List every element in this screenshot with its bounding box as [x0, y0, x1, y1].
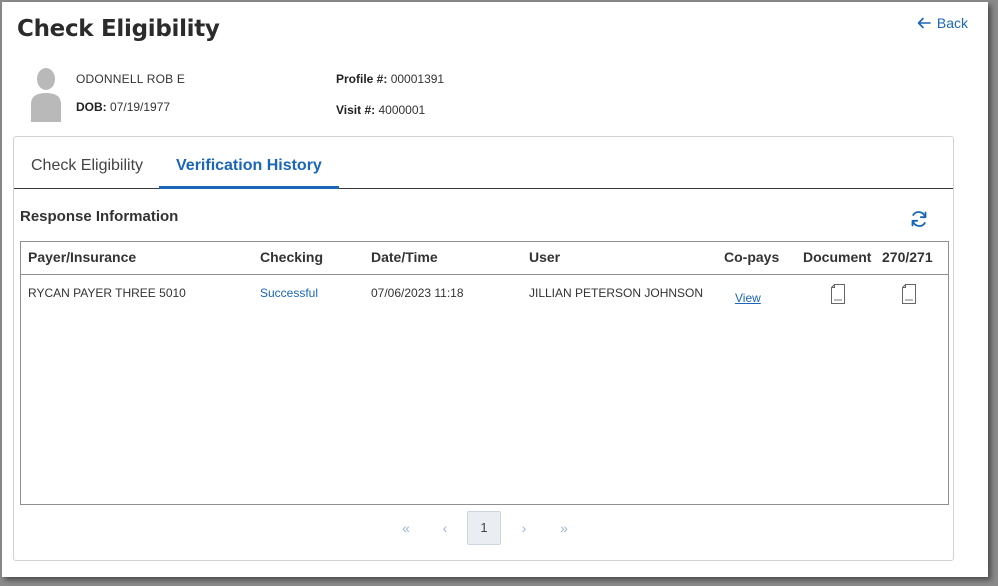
- back-label: Back: [936, 15, 968, 31]
- cell-user: JILLIAN PETERSON JOHNSON: [529, 286, 704, 300]
- patient-name: ODONNELL ROB E: [76, 72, 186, 86]
- tab-bar: Check Eligibility Verification History: [14, 137, 953, 189]
- table-header: Payer/Insurance Checking Date/Time User …: [21, 242, 948, 275]
- tab-verification-history[interactable]: Verification History: [159, 137, 339, 189]
- arrow-left-icon: [917, 17, 931, 29]
- tab-check-eligibility[interactable]: Check Eligibility: [14, 137, 160, 186]
- dob-label: DOB:: [76, 100, 107, 114]
- avatar: [31, 68, 61, 122]
- visit-label: Visit #:: [336, 103, 376, 117]
- table-row[interactable]: RYCAN PAYER THREE 5010 Successful 07/06/…: [21, 275, 948, 315]
- refresh-icon[interactable]: [909, 209, 929, 229]
- column-header-checking[interactable]: Checking: [260, 249, 323, 265]
- verification-table: Payer/Insurance Checking Date/Time User …: [20, 241, 949, 505]
- copays-view-link[interactable]: View: [735, 291, 761, 305]
- visit-number: Visit #: 4000001: [336, 103, 425, 117]
- edi-270-271-icon[interactable]: [901, 284, 917, 304]
- profile-label: Profile #:: [336, 72, 388, 86]
- column-header-copays[interactable]: Co-pays: [724, 249, 779, 265]
- profile-value: 00001391: [390, 72, 445, 86]
- column-header-document[interactable]: Document: [803, 249, 871, 265]
- profile-number: Profile #: 00001391: [336, 72, 444, 86]
- column-header-datetime[interactable]: Date/Time: [371, 249, 438, 265]
- previous-page-button[interactable]: ‹: [428, 511, 462, 545]
- cell-checking-status[interactable]: Successful: [260, 286, 318, 300]
- patient-dob: DOB: 07/19/1977: [76, 100, 170, 114]
- column-header-payer[interactable]: Payer/Insurance: [28, 249, 136, 265]
- back-button[interactable]: Back: [917, 15, 968, 31]
- dob-value: 07/19/1977: [110, 100, 171, 114]
- next-page-button[interactable]: ›: [507, 511, 541, 545]
- first-page-button[interactable]: «: [389, 511, 423, 545]
- page-title: Check Eligibility: [17, 16, 220, 42]
- last-page-button[interactable]: »: [547, 511, 581, 545]
- eligibility-panel: Check Eligibility Verification History R…: [13, 136, 954, 561]
- cell-datetime: 07/06/2023 11:18: [371, 286, 464, 300]
- visit-value: 4000001: [378, 103, 426, 117]
- current-page-button[interactable]: 1: [467, 511, 501, 545]
- column-header-user[interactable]: User: [529, 249, 560, 265]
- section-title: Response Information: [20, 208, 179, 225]
- column-header-270-271[interactable]: 270/271: [882, 249, 933, 265]
- pagination: « ‹ 1 › »: [14, 511, 953, 547]
- document-icon[interactable]: [830, 284, 846, 304]
- cell-payer: RYCAN PAYER THREE 5010: [28, 286, 186, 300]
- eligibility-window: Check Eligibility Back ODONNELL ROB E DO…: [2, 2, 988, 577]
